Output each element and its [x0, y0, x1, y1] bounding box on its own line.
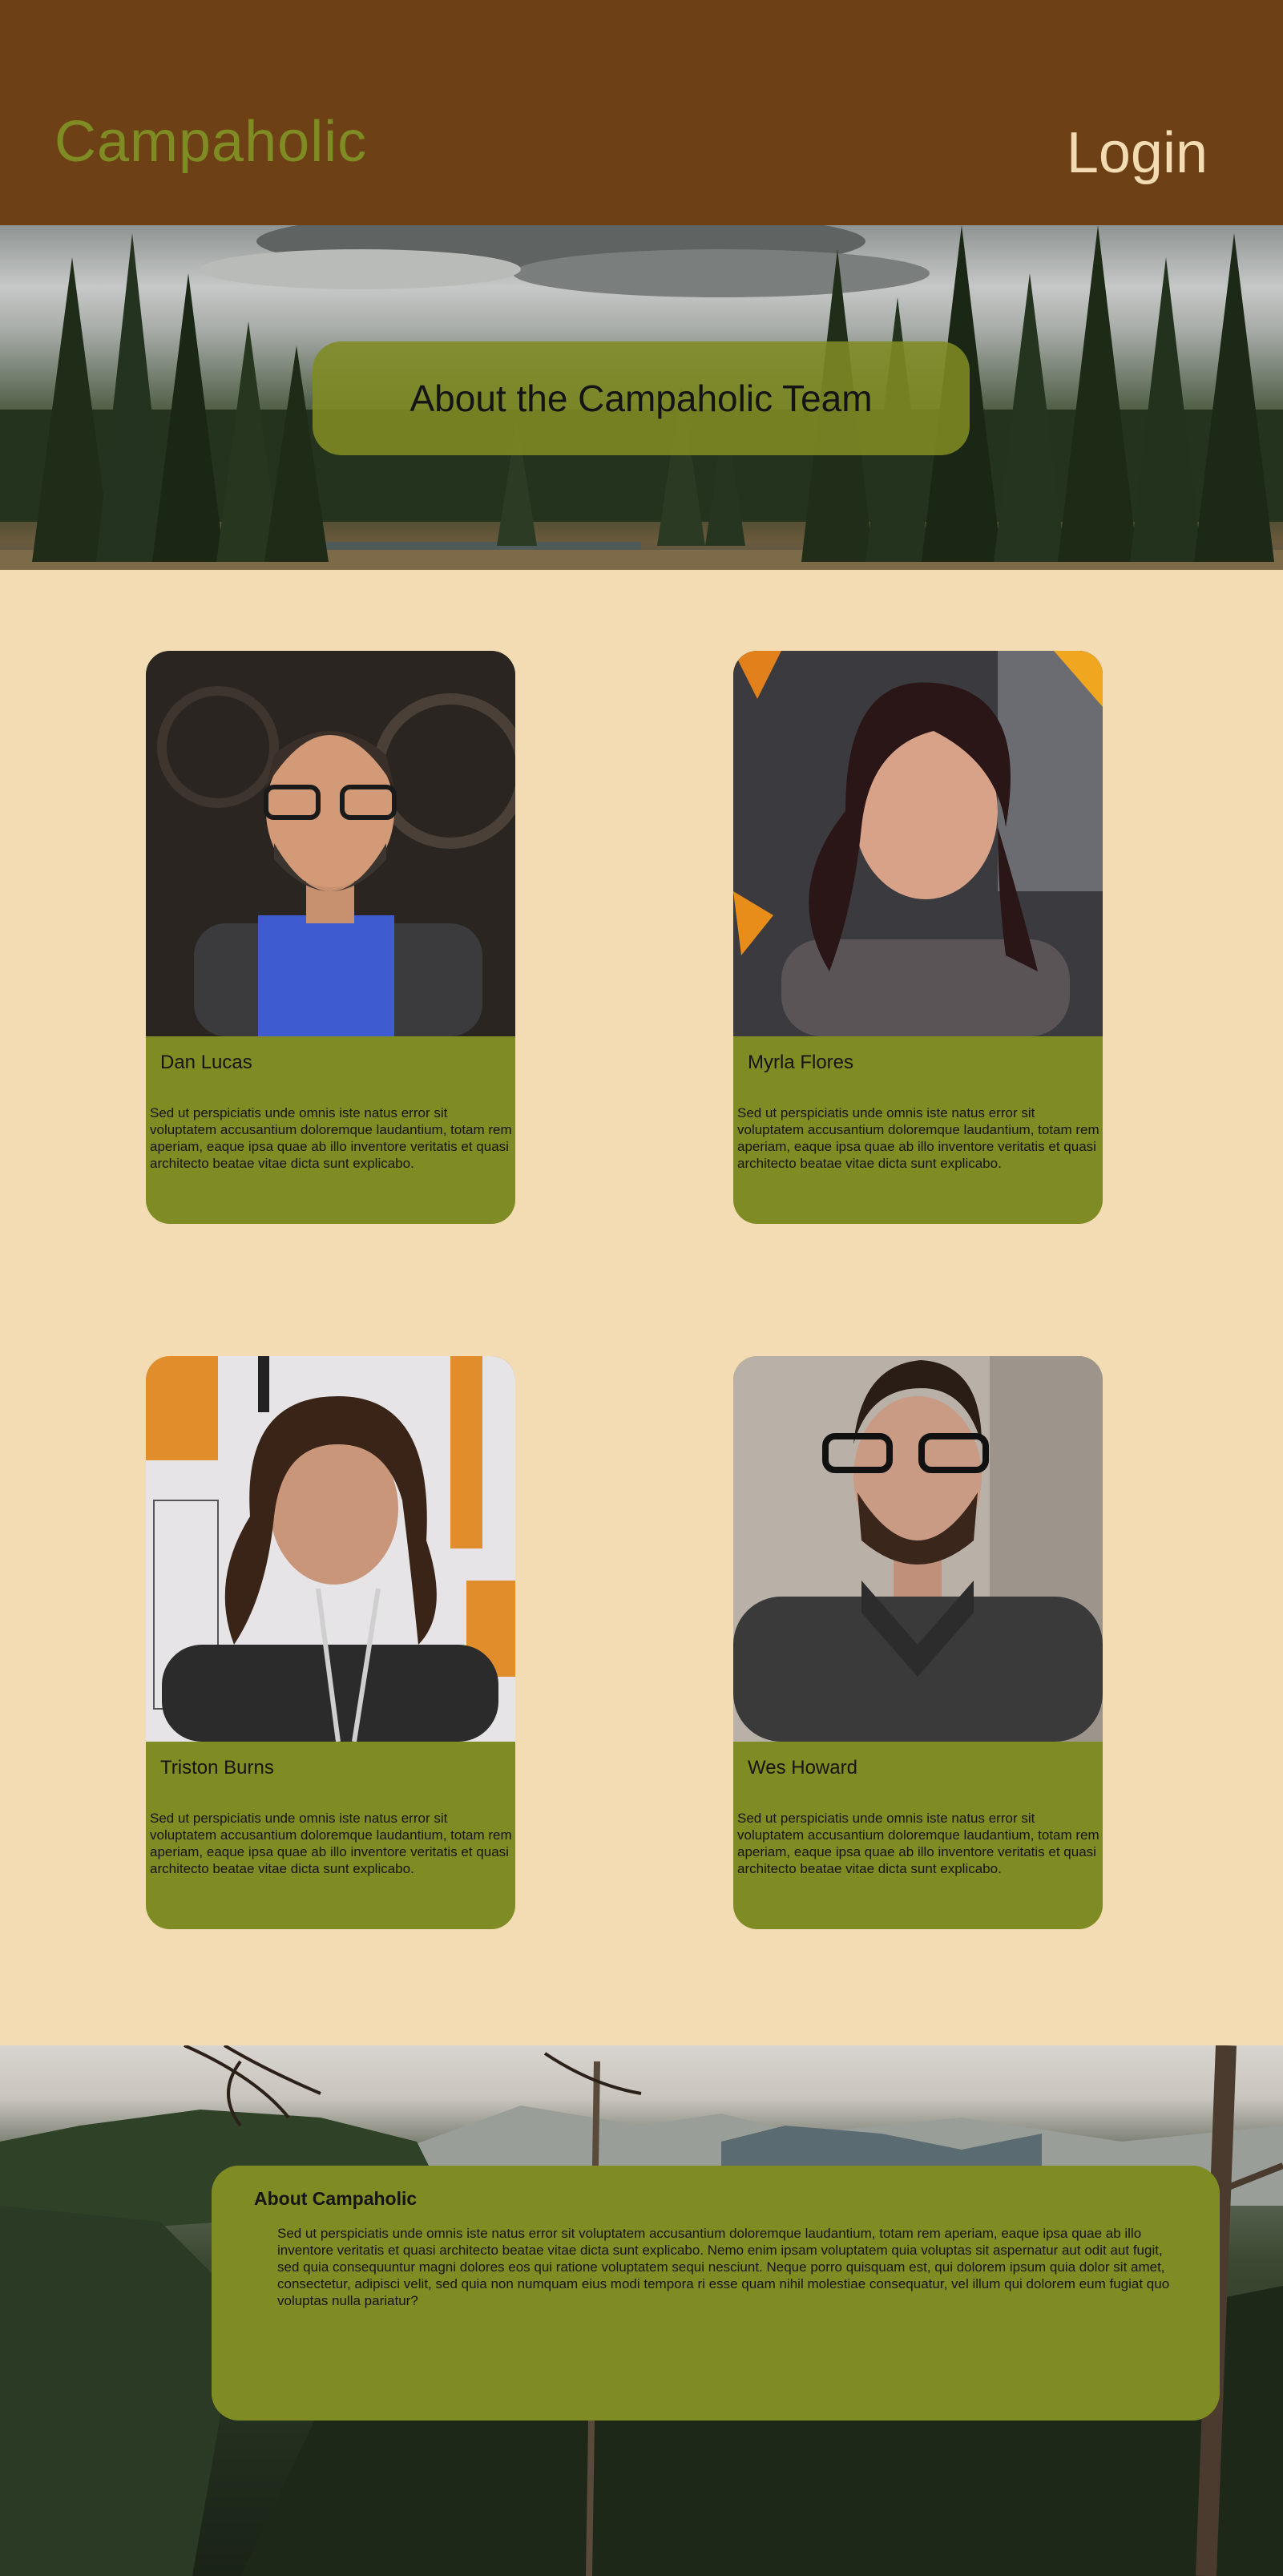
team-member-bio: Sed ut perspiciatis unde omnis iste natu… — [737, 1105, 1099, 1171]
team-member-photo — [146, 1356, 515, 1742]
team-member-name: Triston Burns — [160, 1757, 274, 1779]
about-text: Sed ut perspiciatis unde omnis iste natu… — [277, 2226, 1170, 2308]
login-link[interactable]: Login — [1067, 120, 1208, 186]
team-card: Myrla Flores Sed ut perspiciatis unde om… — [733, 651, 1103, 1224]
team-card: Triston Burns Sed ut perspiciatis unde o… — [146, 1356, 515, 1929]
team-member-photo — [733, 1356, 1103, 1742]
team-member-bio: Sed ut perspiciatis unde omnis iste natu… — [150, 1105, 512, 1171]
team-member-bio: Sed ut perspiciatis unde omnis iste natu… — [150, 1811, 512, 1876]
team-member-bio: Sed ut perspiciatis unde omnis iste natu… — [737, 1811, 1099, 1876]
footer-section: About Campaholic Sed ut perspiciatis und… — [0, 2045, 1283, 2576]
hero-title-box: About the Campaholic Team — [313, 341, 970, 455]
team-member-photo — [146, 651, 515, 1036]
about-title: About Campaholic — [254, 2188, 418, 2209]
hero-title: About the Campaholic Team — [410, 378, 873, 419]
team-member-name: Wes Howard — [748, 1757, 857, 1779]
about-box: About Campaholic Sed ut perspiciatis und… — [212, 2166, 1220, 2421]
team-member-name: Myrla Flores — [748, 1052, 854, 1073]
team-card: Dan Lucas Sed ut perspiciatis unde omnis… — [146, 651, 515, 1224]
team-member-photo — [733, 651, 1103, 1036]
hero-banner: About the Campaholic Team — [0, 225, 1283, 570]
site-logo[interactable]: Campaholic — [54, 109, 367, 175]
team-member-name: Dan Lucas — [160, 1052, 252, 1073]
team-card: Wes Howard Sed ut perspiciatis unde omni… — [733, 1356, 1103, 1929]
site-header: Campaholic Login — [0, 0, 1283, 225]
